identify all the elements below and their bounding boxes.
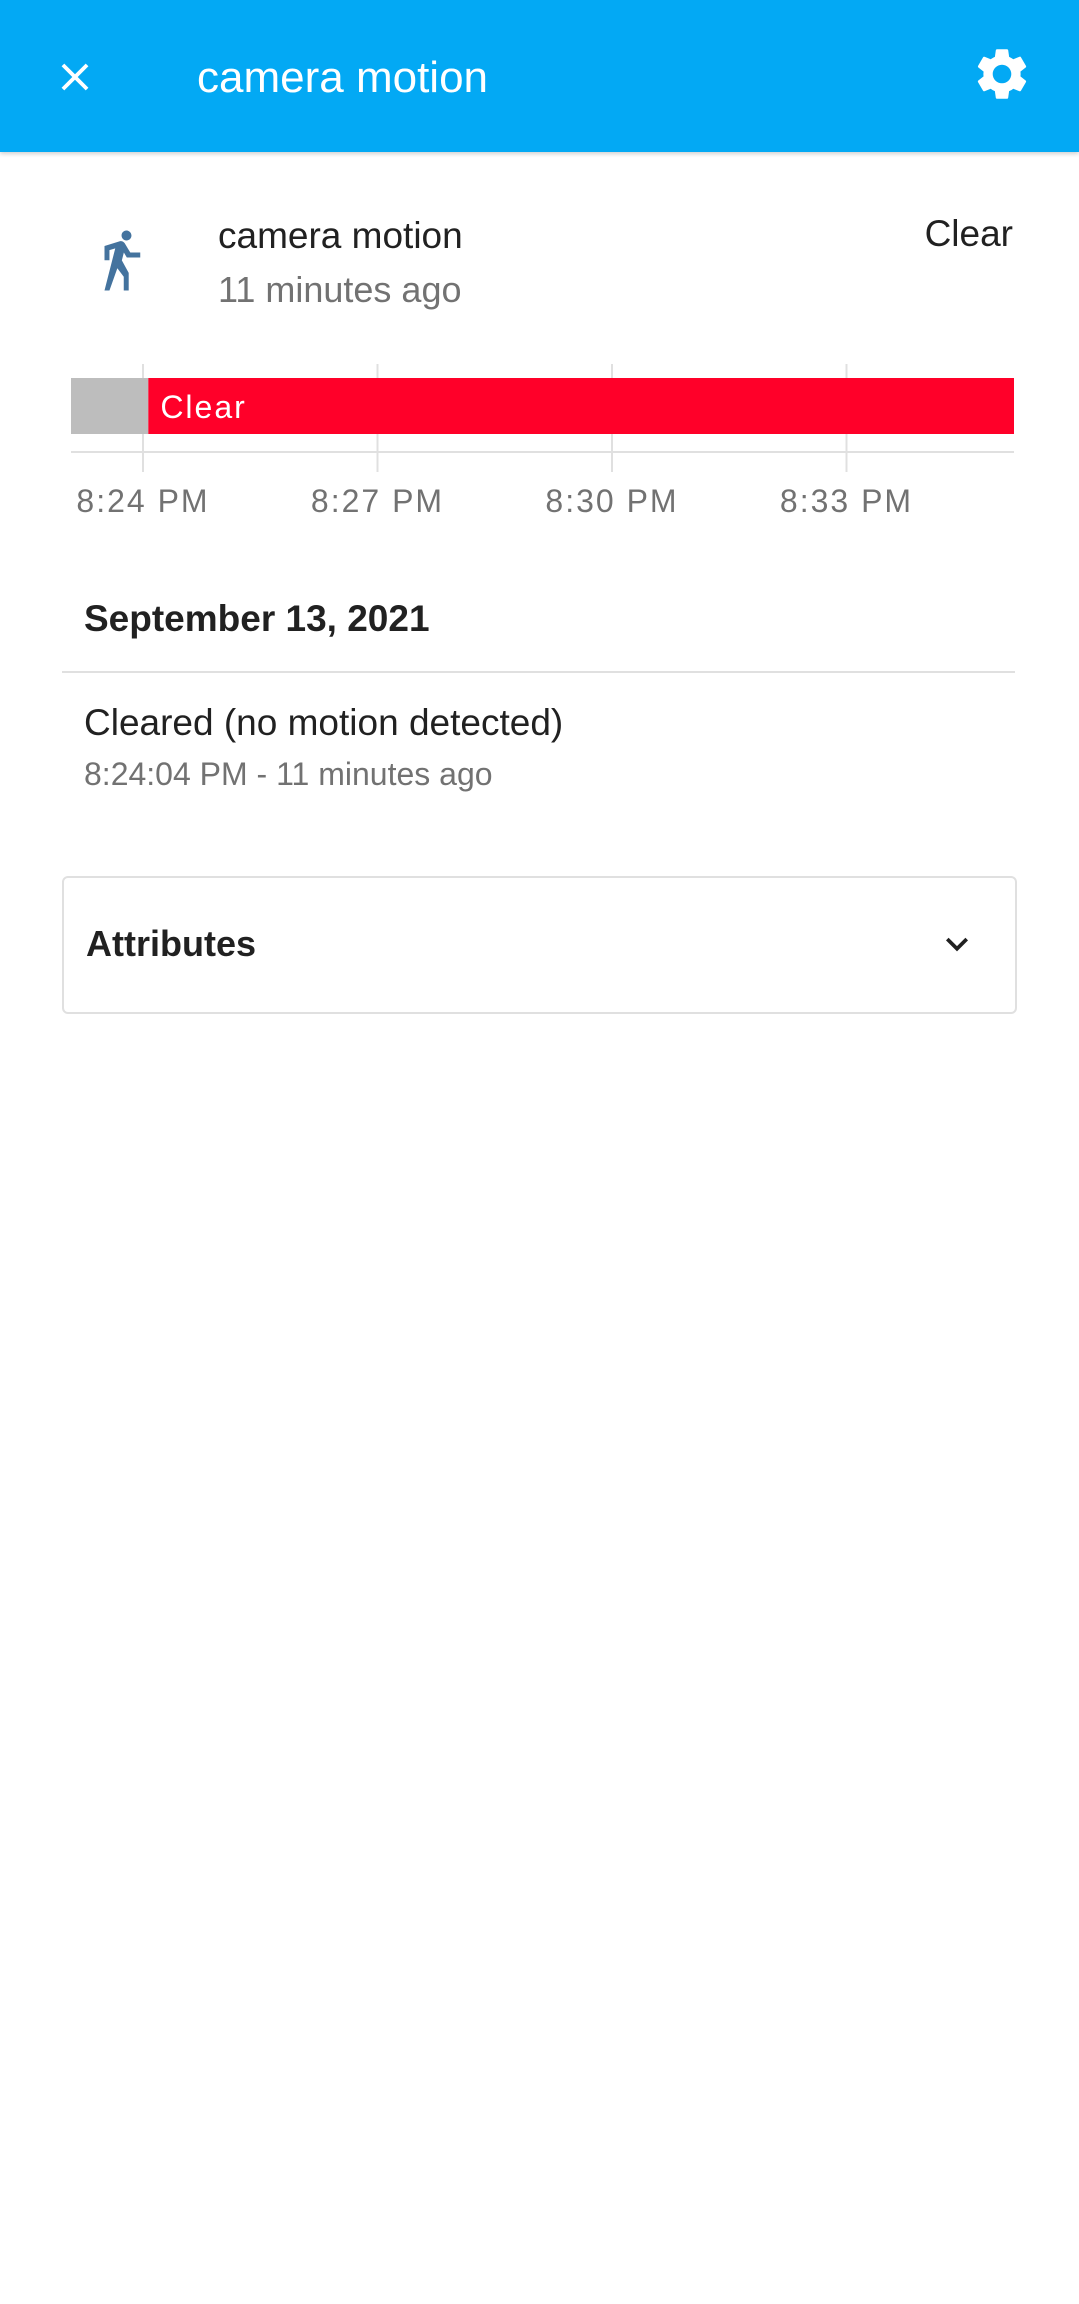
- close-icon: [61, 63, 89, 91]
- logbook-entry-message: Cleared (no motion detected): [84, 702, 564, 743]
- timeline-segment[interactable]: [71, 378, 149, 434]
- entity-name: camera motion: [218, 215, 463, 256]
- app-bar: camera motion: [0, 0, 1079, 152]
- logbook-date: September 13, 2021: [84, 598, 430, 639]
- timeline-tick-label: 8:27 PM: [311, 483, 444, 519]
- close-button[interactable]: [40, 46, 110, 108]
- entity-state: Clear: [924, 213, 1013, 254]
- logbook-entry: Cleared (no motion detected) 8:24:04 PM …: [84, 700, 1004, 794]
- gear-icon: [977, 49, 1027, 99]
- timeline-tick-label: 8:33 PM: [780, 483, 913, 519]
- logbook-divider: [62, 671, 1015, 673]
- entity-row: camera motion 11 minutes ago Clear: [0, 200, 1079, 330]
- settings-button[interactable]: [966, 38, 1038, 110]
- attributes-expander[interactable]: Attributes: [62, 876, 1017, 1014]
- logbook-entry-time[interactable]: 8:24:04 PM - 11 minutes ago: [84, 754, 1004, 794]
- timeline-tick-label: 8:24 PM: [76, 483, 209, 519]
- walk-icon: [104, 230, 141, 291]
- dialog-title: camera motion: [197, 53, 489, 102]
- attributes-label: Attributes: [86, 923, 256, 964]
- timeline-segment-label: Clear: [160, 389, 246, 425]
- entity-last-changed: 11 minutes ago: [218, 269, 462, 310]
- history-timeline[interactable]: Clear 8:24 PM 8:27 PM 8:30 PM 8:33 PM: [0, 350, 1079, 530]
- timeline-segment[interactable]: [148, 378, 1015, 434]
- chevron-down-icon: [946, 937, 968, 952]
- timeline-tick-label: 8:30 PM: [545, 483, 678, 519]
